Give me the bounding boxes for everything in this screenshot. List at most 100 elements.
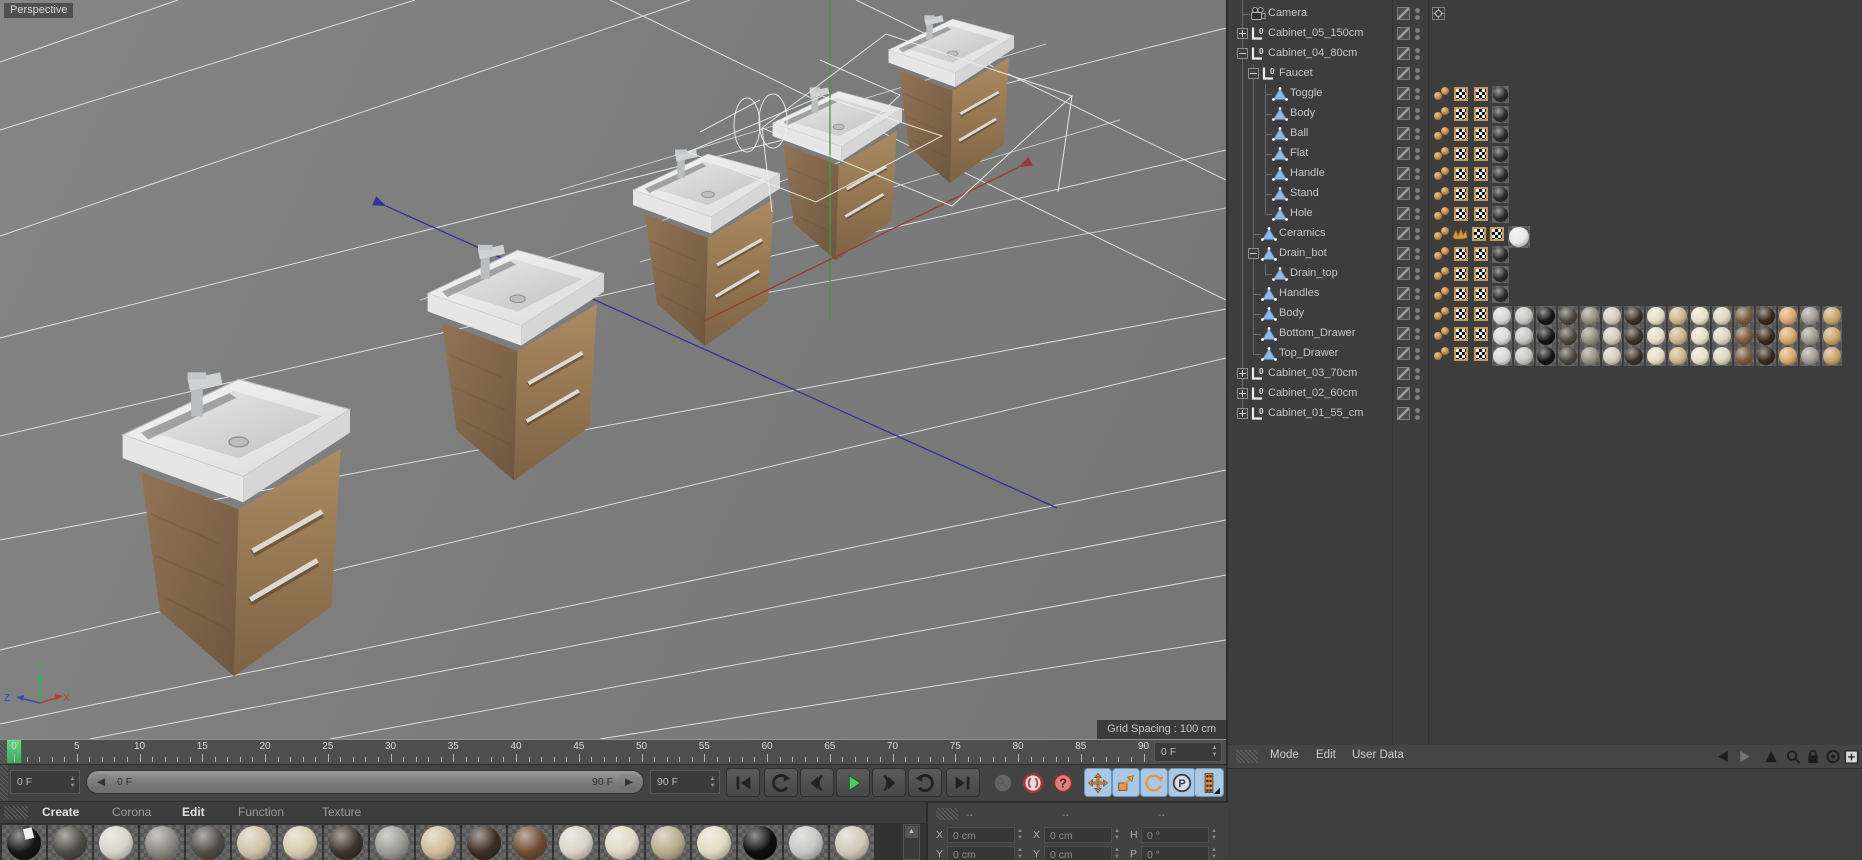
expand-icon[interactable] [1237,368,1248,379]
expand-icon[interactable] [1237,28,1248,39]
material-thumbnail[interactable] [48,825,92,860]
material-thumbnail[interactable] [462,825,506,860]
object-icon[interactable] [1261,306,1277,322]
object-row[interactable]: 0 Faucet [1228,64,1862,84]
material-tag[interactable] [1580,326,1600,346]
material-tag[interactable] [1668,326,1688,346]
object-row[interactable]: 0 Cabinet_02_60cm [1228,384,1862,404]
layer-square-tag[interactable] [1397,107,1410,120]
material-tag[interactable] [1492,126,1509,143]
phong-tag[interactable] [1434,267,1451,281]
material-tag[interactable] [1778,326,1798,346]
visibility-dots[interactable] [1415,288,1421,301]
object-icon[interactable] [1272,266,1288,282]
layer-square-tag[interactable] [1397,287,1410,300]
object-row[interactable]: Drain_bot [1228,244,1862,264]
collapse-icon[interactable] [1248,248,1259,259]
stepper-arrows[interactable]: ▲ ▼ [708,776,717,790]
collapse-icon[interactable] [1237,48,1248,59]
object-row[interactable]: Body [1228,104,1862,124]
visibility-dots[interactable] [1415,148,1421,161]
material-tag[interactable] [1602,326,1622,346]
goto-end-button[interactable] [946,768,980,797]
visibility-dots[interactable] [1415,188,1421,201]
material-tag[interactable] [1690,346,1710,366]
material-tag[interactable] [1800,346,1820,366]
material-tag[interactable] [1602,306,1622,326]
object-label[interactable]: Body [1279,307,1304,319]
object-icon[interactable]: 0 [1250,26,1266,42]
uvw-tag[interactable] [1474,127,1488,141]
material-thumbnail[interactable] [830,825,874,860]
current-frame-field[interactable]: 0 F ▲ ▼ [10,770,80,794]
visibility-dots[interactable] [1415,408,1421,421]
layer-square-tag[interactable] [1397,407,1410,420]
layer-square-tag[interactable] [1397,167,1410,180]
play-button[interactable] [836,768,870,797]
coordinate-field[interactable]: X0 cm ▲ ▼ [1033,827,1128,843]
material-tag[interactable] [1514,306,1534,326]
visibility-dots[interactable] [1415,88,1421,101]
expand-icon[interactable] [1237,408,1248,419]
material-tag[interactable] [1690,306,1710,326]
object-icon[interactable] [1272,186,1288,202]
search-icon[interactable] [1784,748,1802,765]
visibility-dots[interactable] [1415,248,1421,261]
panel-grip[interactable] [1236,750,1258,763]
layer-square-tag[interactable] [1397,187,1410,200]
material-menu-create[interactable]: Create [42,805,79,819]
key-scale-toggle[interactable] [1112,768,1140,797]
layer-square-tag[interactable] [1397,147,1410,160]
material-tag[interactable] [1492,286,1509,303]
material-tag[interactable] [1492,206,1509,223]
object-icon[interactable] [1272,146,1288,162]
material-tag[interactable] [1492,106,1509,123]
material-menu-edit[interactable]: Edit [182,805,205,819]
object-label[interactable]: Cabinet_04_80cm [1268,47,1357,59]
uvw-tag[interactable] [1474,327,1488,341]
stepper-arrows[interactable]: ▲ ▼ [68,776,77,790]
visibility-dots[interactable] [1415,308,1421,321]
material-tag[interactable] [1514,346,1534,366]
uvw-tag[interactable] [1474,187,1488,201]
coordinate-header[interactable]: -- [1062,809,1069,821]
object-icon[interactable] [1272,166,1288,182]
phong-tag[interactable] [1434,327,1451,341]
material-thumbnail[interactable] [416,825,460,860]
object-icon[interactable] [1272,86,1288,102]
uvw-tag[interactable] [1454,87,1468,101]
material-tag[interactable] [1492,246,1509,263]
object-label[interactable]: Cabinet_01_55_cm [1268,407,1363,419]
phong-tag[interactable] [1434,227,1451,241]
coordinate-field[interactable]: H0 ° ▲ ▼ [1130,827,1225,843]
uvw-tag[interactable] [1454,167,1468,181]
viewport-3d[interactable]: Y X Z Perspective Grid Spacing : 100 cm [0,0,1226,740]
material-tag[interactable] [1624,306,1644,326]
coordinate-field[interactable]: X0 cm ▲ ▼ [936,827,1031,843]
visibility-dots[interactable] [1415,268,1421,281]
visibility-dots[interactable] [1415,368,1421,381]
layer-square-tag[interactable] [1397,27,1410,40]
coordinate-field[interactable]: Y0 cm ▲ ▼ [936,846,1031,860]
uvw-tag[interactable] [1454,347,1468,361]
material-tag[interactable] [1492,146,1509,163]
object-label[interactable]: Toggle [1290,87,1322,99]
material-thumbnail[interactable] [646,825,690,860]
object-label[interactable]: Cabinet_02_60cm [1268,387,1357,399]
layer-square-tag[interactable] [1397,207,1410,220]
visibility-dots[interactable] [1415,388,1421,401]
object-row[interactable]: Stand [1228,184,1862,204]
object-icon[interactable] [1261,246,1277,262]
material-thumbnail[interactable] [554,825,598,860]
object-label[interactable]: Handles [1279,287,1319,299]
material-tag[interactable] [1822,326,1842,346]
material-tag[interactable] [1514,326,1534,346]
object-label[interactable]: Drain_top [1290,267,1338,279]
object-icon[interactable] [1261,226,1277,242]
object-label[interactable]: Body [1290,107,1315,119]
material-tag[interactable] [1800,326,1820,346]
uvw-tag[interactable] [1472,227,1486,241]
up-arrow-icon[interactable] [1762,748,1780,765]
layer-square-tag[interactable] [1397,67,1410,80]
object-row[interactable]: Toggle [1228,84,1862,104]
